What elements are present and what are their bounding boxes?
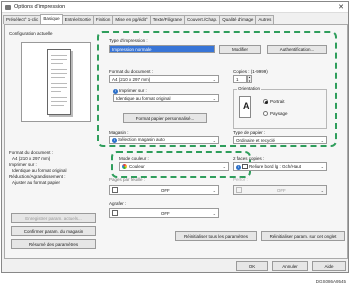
close-icon[interactable]: ✕ — [338, 3, 344, 11]
staple-select[interactable]: OFF ⌄ — [109, 208, 219, 218]
tab-watermark[interactable]: Texte/Filigrane — [149, 15, 185, 24]
tab-image-quality[interactable]: Qualité d'image — [219, 15, 257, 24]
tab-finishing[interactable]: Finition — [92, 15, 114, 24]
custom-paper-button[interactable]: Format papier personnalisé... — [123, 113, 207, 123]
chevron-down-icon: ⌄ — [320, 164, 324, 169]
chevron-down-icon: ⌄ — [212, 95, 216, 101]
cancel-button[interactable]: Annuler — [272, 261, 308, 271]
window-title: Options d'impression — [14, 4, 66, 10]
color-swatch-icon — [122, 164, 127, 169]
printer-icon — [5, 4, 11, 10]
reset-tab-button[interactable]: Réinitialiser param. sur cet onglet — [261, 231, 345, 241]
info-icon: i — [112, 138, 117, 143]
duplex-label: 2 faces copies : — [233, 156, 265, 161]
document-id: DGS086A9545 — [315, 279, 346, 284]
tab-cover[interactable]: Couvert./Chap. — [183, 15, 221, 24]
tab-others[interactable]: Autres — [255, 15, 275, 24]
combine-label: Pages par feuille : — [109, 177, 146, 182]
info-icon: i — [236, 164, 241, 170]
page-preview — [21, 42, 91, 122]
modify-button[interactable]: Modifier — [219, 45, 261, 54]
authentication-button[interactable]: Authentification... — [267, 45, 327, 54]
tab-input-output[interactable]: Entrée/Sortie — [61, 15, 94, 24]
tab-one-click[interactable]: Présélect° 1-clic — [3, 15, 42, 24]
register-settings-button[interactable]: Enregistrer param. actuels... — [11, 213, 96, 223]
job-type-label: Type d'impression : — [109, 38, 148, 43]
reset-all-button[interactable]: Réinitialiser tous les paramètres — [175, 231, 257, 241]
confirm-tray-button[interactable]: Confirmer param. du magasin — [11, 226, 96, 236]
copies-label: Copies : (1-9999) — [233, 69, 268, 74]
basic-panel: Configuration actuelle Format du documen… — [4, 24, 348, 259]
tray-select[interactable]: i Sélection magasin auto ⌄ — [109, 136, 219, 144]
chevron-down-icon: ⌄ — [212, 210, 216, 216]
chevron-down-icon: ⌄ — [320, 137, 324, 143]
print-options-window: Options d'impression ✕ Présélect° 1-clic… — [1, 1, 349, 273]
chevron-down-icon: ⌄ — [222, 164, 226, 169]
orientation-icon: A — [239, 96, 251, 118]
settings-summary-button[interactable]: Résumé des paramètres — [11, 239, 96, 249]
copies-stepper[interactable]: ▴ ▾ — [247, 75, 252, 83]
duplex-icon — [242, 163, 248, 169]
landscape-radio[interactable]: Paysage — [263, 111, 288, 116]
combine-select[interactable]: OFF ⌄ — [109, 185, 219, 195]
orientation-label: Orientation — [237, 86, 262, 91]
chevron-down-icon: ⌄ — [212, 187, 216, 193]
portrait-radio[interactable]: Portrait — [263, 99, 285, 104]
tab-layout[interactable]: Mise en pg/édit° — [112, 15, 151, 24]
chevron-down-icon: ⌄ — [212, 137, 216, 143]
color-mode-select[interactable]: Couleur ⌄ — [119, 162, 229, 171]
help-button[interactable]: Aide — [312, 261, 346, 271]
color-mode-label: Mode couleur : — [119, 156, 149, 161]
job-type-select[interactable]: Impression normale — [109, 45, 215, 53]
current-config-label: Configuration actuelle — [9, 31, 53, 36]
page-thumbnail — [47, 49, 71, 115]
tab-basic[interactable]: Basique — [40, 14, 63, 24]
document-size-select[interactable]: A4 (210 x 297 mm) ⌄ — [109, 75, 219, 83]
print-on-select[interactable]: Identique au format original ⌄ — [113, 94, 219, 102]
title-bar: Options d'impression ✕ — [2, 2, 348, 13]
punch-label: Perfor : — [233, 177, 248, 182]
ok-button[interactable]: OK — [236, 261, 268, 271]
staple-label: Agrafer : — [109, 201, 127, 206]
paper-type-label: Type de papier : — [233, 130, 266, 135]
duplex-select[interactable]: i Reliure bord lg : Gch/Haut ⌄ — [233, 162, 327, 171]
chevron-down-icon: ⌄ — [212, 76, 216, 82]
punch-select[interactable]: OFF ⌄ — [233, 185, 327, 195]
paper-type-select[interactable]: Ordinaire et recyclé ⌄ — [233, 136, 327, 144]
tray-label: Magasin : — [109, 130, 129, 135]
current-summary: Format du document : A4 (210 x 297 mm) I… — [9, 150, 67, 185]
copies-input[interactable]: 1 — [233, 75, 247, 83]
document-size-label: Format du document : — [109, 69, 154, 74]
